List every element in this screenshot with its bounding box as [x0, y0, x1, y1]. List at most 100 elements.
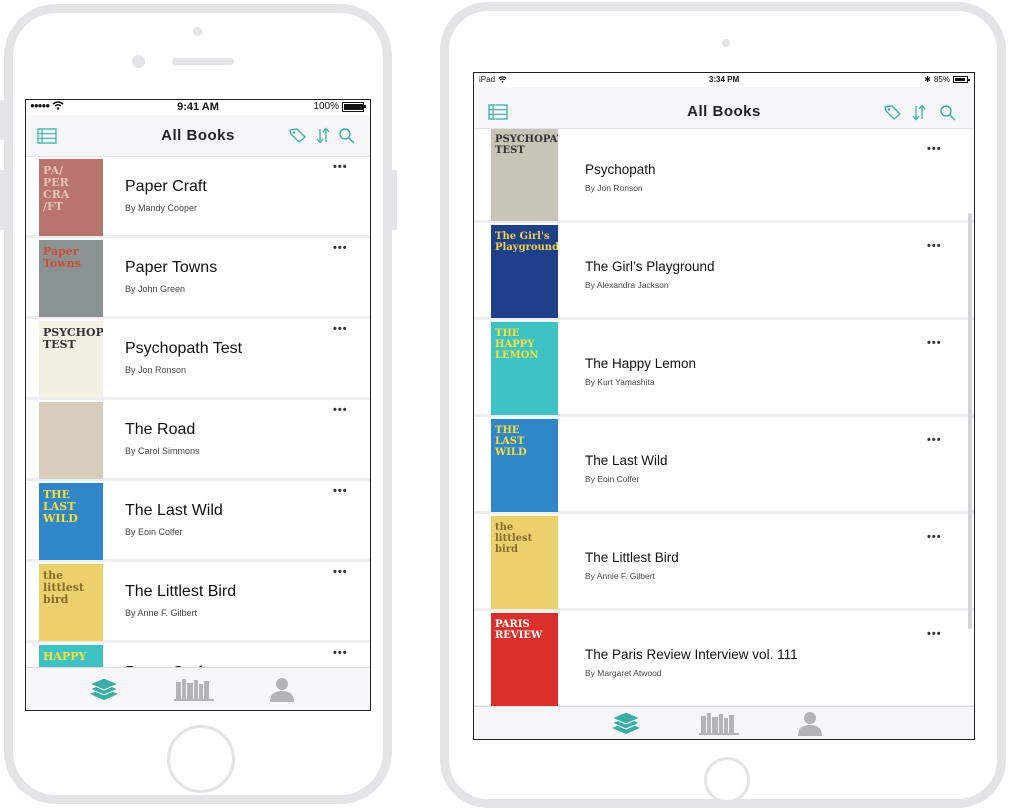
tag-icon[interactable] [289, 128, 306, 143]
cover-title-text: PSYCHOPATH TEST [43, 326, 103, 352]
search-icon[interactable] [939, 104, 957, 121]
books-stack-icon[interactable] [88, 676, 120, 707]
book-cover[interactable] [39, 402, 103, 479]
book-cover[interactable]: PSYCHOPATH TEST [491, 129, 558, 221]
tablet-screen: iPad 3:34 PM ✱ 85% All Books PSYCHOPA TE… [473, 72, 975, 740]
tablet-camera [722, 39, 730, 47]
phone-side-button [0, 100, 4, 140]
tablet-book-list[interactable]: PSYCHOPATH TEST Psychopath By Jon Ronson ••… [474, 129, 974, 707]
more-options-button[interactable]: ••• [927, 143, 942, 155]
cover-title-text: the littlest bird [495, 522, 533, 555]
book-cover[interactable]: PA/ PER CRA /FT [39, 159, 103, 236]
battery-percent: 85% [933, 75, 950, 84]
book-title[interactable]: The Happy Lemon [585, 356, 696, 371]
more-options-button[interactable]: ••• [333, 161, 348, 173]
book-row[interactable]: the littlest bird The Littlest Bird By Ann… [474, 514, 974, 611]
book-cover[interactable]: The Girl's Playground [491, 225, 558, 318]
cover-title-text: THE LAST WILD [495, 425, 527, 458]
book-row[interactable]: PA/ PER CRA /FT Paper Craft By Mandy Coope… [26, 157, 370, 238]
book-row[interactable]: THE HAPPY LEMON The Happy Lemon By Kurt Ya… [474, 320, 974, 417]
more-options-button[interactable]: ••• [927, 337, 942, 349]
more-options-button[interactable]: ••• [333, 404, 348, 416]
cover-title-text: HAPPY [43, 650, 87, 663]
book-cover[interactable]: THE LAST WILD [491, 419, 558, 512]
book-cover[interactable]: THE LAST WILD [39, 483, 103, 560]
book-cover[interactable]: HAPPY [39, 645, 103, 667]
book-cover[interactable]: THE HAPPY LEMON [491, 322, 558, 415]
book-author: By John Green [125, 284, 186, 294]
more-options-button[interactable]: ••• [333, 647, 348, 659]
more-options-button[interactable]: ••• [333, 485, 348, 497]
book-cover[interactable]: the littlest bird [491, 516, 558, 609]
cover-title-text: THE HAPPY LEMON [495, 328, 539, 361]
book-title[interactable]: The Littlest Bird [585, 550, 679, 565]
cover-title-text: THE LAST WILD [43, 488, 78, 526]
phone-screen: ●●●●● 9:41 AM 100% All Books PA/ PER CRA [25, 99, 371, 711]
tablet-status-bar: iPad 3:34 PM ✱ 85% [474, 73, 974, 87]
book-author: By Carol Simmons [125, 446, 200, 456]
more-options-button[interactable]: ••• [333, 323, 348, 335]
book-row[interactable]: PSYCHOPATH TEST Psychopath By Jon Ronson ••… [474, 129, 974, 223]
more-options-button[interactable]: ••• [333, 242, 348, 254]
book-author: By Annie F. Gilbert [585, 571, 655, 581]
scrollbar[interactable] [968, 213, 972, 629]
shelf-icon[interactable] [174, 676, 214, 707]
tablet-home-button[interactable] [704, 757, 750, 803]
book-cover[interactable]: PSYCHOPATH TEST [39, 321, 103, 398]
book-cover[interactable]: Paper Towns [39, 240, 103, 317]
book-row[interactable]: the littlest bird The Littlest Bird By Ann… [26, 562, 370, 643]
person-icon[interactable] [268, 676, 296, 707]
book-title[interactable]: Paper Craft [125, 178, 207, 196]
book-title[interactable]: Paper Towns [125, 259, 217, 277]
book-author: By Margaret Atwood [585, 668, 662, 678]
more-options-button[interactable]: ••• [927, 240, 942, 252]
sort-icon[interactable] [912, 104, 926, 121]
tablet-nav-bar: All Books [474, 87, 974, 129]
more-options-button[interactable]: ••• [927, 434, 942, 446]
book-title[interactable]: The Last Wild [125, 502, 223, 520]
cover-title-text: The Girl's Playground [495, 231, 558, 253]
book-row[interactable]: Paper Towns Paper Towns By John Green ••• [26, 238, 370, 319]
more-options-button[interactable]: ••• [927, 531, 942, 543]
book-title[interactable]: The Paris Review Interview vol. 111 [585, 647, 798, 662]
tablet-tab-bar [474, 706, 974, 739]
book-row[interactable]: THE LAST WILD The Last Wild By Eoin Colfer… [26, 481, 370, 562]
shelf-icon[interactable] [699, 710, 739, 739]
cover-title-text: PSYCHOPATH TEST [495, 134, 558, 156]
phone-front-sensor [132, 55, 145, 68]
book-row[interactable]: THE LAST WILD The Last Wild By Eoin Colfer… [474, 417, 974, 514]
book-title[interactable]: The Last Wild [585, 453, 668, 468]
book-author: By Eoin Colfer [585, 474, 640, 484]
book-cover[interactable]: PARIS REVIEW [491, 613, 558, 706]
battery-percent: 100% [313, 101, 339, 112]
books-stack-icon[interactable] [610, 710, 642, 739]
sort-icon[interactable] [316, 127, 330, 144]
phone-tab-bar [26, 667, 370, 710]
book-row[interactable]: The Girl's Playground The Girl’s Playgrou… [474, 223, 974, 320]
book-title[interactable]: Psychopath [585, 162, 656, 177]
battery-icon [953, 76, 970, 83]
book-cover[interactable]: the littlest bird [39, 564, 103, 641]
more-options-button[interactable]: ••• [333, 566, 348, 578]
phone-home-button[interactable] [167, 725, 235, 793]
book-title[interactable]: The Littlest Bird [125, 583, 236, 601]
more-options-button[interactable]: ••• [927, 628, 942, 640]
cover-title-text: PA/ PER CRA /FT [43, 164, 70, 214]
book-row[interactable]: The Road By Carol Simmons ••• [26, 400, 370, 481]
book-row[interactable]: HAPPYPaper Craft••• [26, 643, 370, 667]
book-title[interactable]: Psychopath Test [125, 340, 242, 358]
cover-title-text: the littlest bird [43, 569, 84, 607]
book-row[interactable]: PARIS REVIEW The Paris Review Interview v… [474, 611, 974, 707]
phone-book-list[interactable]: PA/ PER CRA /FT Paper Craft By Mandy Coope… [26, 157, 370, 667]
book-row[interactable]: PSYCHOPATH TEST Psychopath Test By Jon Ron… [26, 319, 370, 400]
book-title[interactable]: The Girl’s Playground [585, 259, 715, 274]
cover-title-text: PARIS REVIEW [495, 619, 543, 641]
phone-volume-button [0, 170, 4, 230]
phone-speaker [172, 58, 234, 65]
person-icon[interactable] [796, 710, 824, 739]
tag-icon[interactable] [884, 105, 901, 120]
book-author: By Jon Ronson [125, 365, 187, 375]
book-author: By Kurt Yamashita [585, 377, 655, 387]
search-icon[interactable] [338, 127, 356, 144]
book-title[interactable]: The Road [125, 421, 195, 439]
